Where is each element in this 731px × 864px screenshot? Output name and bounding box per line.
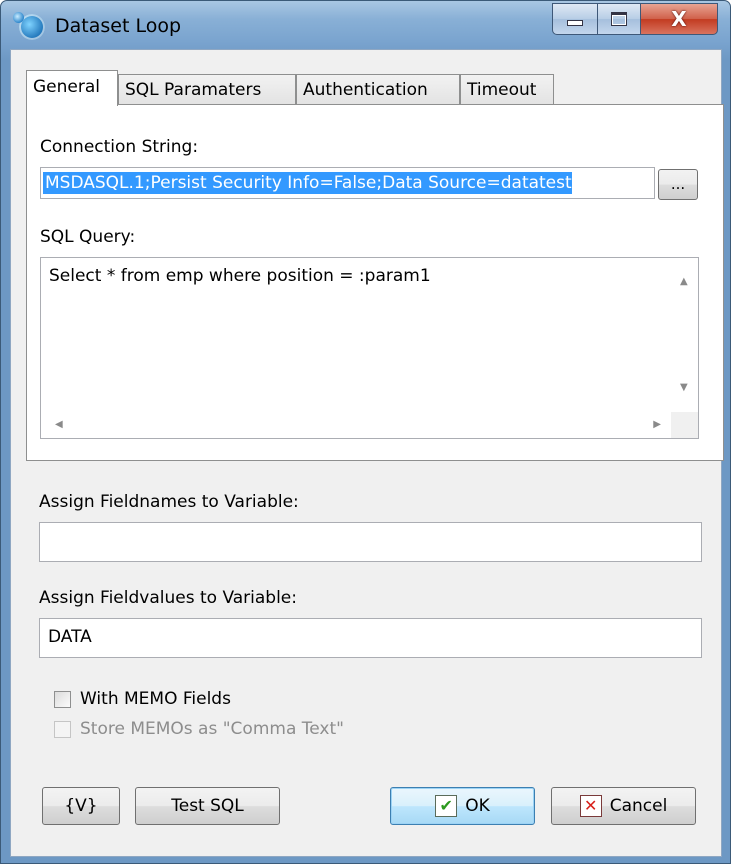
connection-string-value: MSDASQL.1;Persist Security Info=False;Da… [43,172,572,194]
scroll-down-icon[interactable]: ▼ [680,382,688,393]
window-controls: X [552,3,718,35]
close-icon: X [671,7,687,31]
fieldnames-label: Assign Fieldnames to Variable: [39,492,299,512]
dataset-loop-icon [13,12,45,40]
dialog-client-area: General SQL Paramaters Authentication Ti… [10,49,724,857]
maximize-button[interactable] [598,3,641,35]
horizontal-scrollbar[interactable]: ◀ ▶ [41,412,671,438]
x-icon: ✕ [579,795,602,817]
general-tab-panel: Connection String: MSDASQL.1;Persist Sec… [26,104,724,461]
scrollbar-corner [671,412,698,438]
test-sql-button[interactable]: Test SQL [135,787,280,825]
maximize-icon [611,12,627,26]
scroll-right-icon[interactable]: ▶ [653,419,661,430]
window-title: Dataset Loop [55,15,182,37]
tab-timeout[interactable]: Timeout [460,74,554,104]
variables-button-label: {V} [64,796,98,816]
sql-query-text: Select * from emp where position = :para… [49,266,431,286]
cancel-button[interactable]: ✕ Cancel [551,787,696,825]
memo-fields-label[interactable]: With MEMO Fields [80,689,231,709]
tab-sql-paramaters[interactable]: SQL Paramaters [118,74,296,104]
scroll-up-icon[interactable]: ▲ [680,276,688,287]
comma-text-label: Store MEMOs as "Comma Text" [80,719,344,739]
ok-button[interactable]: ✔ OK [390,787,535,825]
tab-authentication[interactable]: Authentication [296,74,460,104]
minimize-icon [567,20,583,26]
fieldnames-input[interactable] [39,522,702,562]
test-sql-button-label: Test SQL [171,796,244,816]
checkmark-icon: ✔ [435,795,458,817]
sql-query-editor[interactable]: Select * from emp where position = :para… [40,257,699,439]
dataset-loop-dialog: Dataset Loop X General SQL Paramaters Au… [0,0,731,864]
connection-string-label: Connection String: [40,137,199,157]
memo-fields-checkbox[interactable] [54,691,71,708]
comma-text-checkbox [54,721,71,738]
fieldvalues-label: Assign Fieldvalues to Variable: [39,588,297,608]
fieldvalues-input[interactable]: DATA [39,618,702,658]
scroll-left-icon[interactable]: ◀ [55,419,63,430]
browse-connection-button[interactable]: ... [658,169,698,200]
close-button[interactable]: X [641,3,718,35]
ok-button-label: OK [465,796,490,816]
minimize-button[interactable] [552,3,598,35]
sql-query-label: SQL Query: [40,227,136,247]
vertical-scrollbar[interactable]: ▲ ▼ [671,258,698,412]
variables-button[interactable]: {V} [42,787,120,825]
cancel-button-label: Cancel [609,796,668,816]
tab-general[interactable]: General [26,70,118,106]
title-bar[interactable]: Dataset Loop X [1,1,730,49]
connection-string-input[interactable]: MSDASQL.1;Persist Security Info=False;Da… [40,167,655,199]
